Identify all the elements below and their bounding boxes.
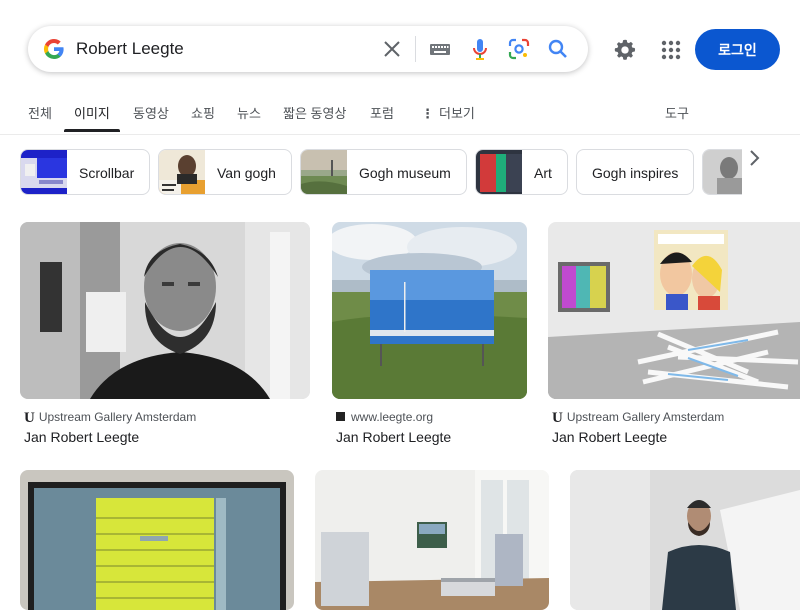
result-source-label: Upstream Gallery Amsterdam — [38, 410, 197, 424]
chevron-right-icon[interactable] — [744, 148, 766, 168]
result-source[interactable]: U Upstream Gallery Amsterdam — [24, 410, 196, 427]
result-image-artist[interactable] — [570, 470, 800, 610]
result-image-painting[interactable] — [20, 470, 294, 610]
chip-label: Scrollbar — [79, 165, 135, 181]
upstream-logo-icon: U — [24, 410, 35, 426]
result-source-label: www.leegte.org — [351, 410, 434, 424]
google-lens-icon[interactable] — [507, 37, 531, 61]
result-title[interactable]: Jan Robert Leegte — [24, 429, 139, 445]
result-image-interior[interactable] — [315, 470, 549, 610]
result-image — [315, 470, 549, 610]
tab-short-videos[interactable]: 짧은 동영상 — [283, 103, 346, 122]
keyboard-icon[interactable] — [428, 38, 452, 60]
result-image-portrait[interactable] — [20, 222, 310, 399]
tab-videos[interactable]: 동영상 — [133, 103, 169, 122]
result-image — [20, 222, 310, 399]
chip-label: Gogh inspires — [592, 165, 679, 181]
chip-thumbnail — [159, 150, 205, 194]
chip-label: Art — [534, 165, 552, 181]
chip-label: Van gogh — [217, 165, 276, 181]
microphone-icon[interactable] — [468, 36, 492, 62]
search-input[interactable]: Robert Leegte — [76, 39, 184, 59]
tab-all[interactable]: 전체 — [28, 103, 52, 122]
result-title[interactable]: Jan Robert Leegte — [552, 429, 667, 445]
result-image-landscape[interactable] — [332, 222, 527, 399]
tab-more[interactable]: ⋮ 더보기 — [421, 103, 475, 122]
result-image — [548, 222, 800, 399]
chip-art[interactable]: Art — [475, 149, 568, 195]
result-source-label: Upstream Gallery Amsterdam — [566, 410, 725, 424]
tools-button[interactable]: 도구 — [665, 103, 689, 122]
result-source[interactable]: www.leegte.org — [336, 410, 433, 424]
result-image — [20, 470, 294, 610]
result-image-gallery[interactable] — [548, 222, 800, 399]
chip-scrollbar[interactable]: Scrollbar — [20, 149, 150, 195]
chip-thumbnail — [703, 150, 742, 194]
chip-thumbnail — [476, 150, 522, 194]
chip-van-gogh[interactable]: Van gogh — [158, 149, 292, 195]
apps-grid-icon[interactable] — [660, 39, 682, 61]
login-button[interactable]: 로그인 — [695, 29, 780, 70]
result-title[interactable]: Jan Robert Leegte — [336, 429, 451, 445]
search-tabs: 전체 이미지 동영상 쇼핑 뉴스 짧은 동영상 포럼 ⋮ 더보기 도구 — [0, 92, 800, 135]
upstream-logo-icon: U — [552, 410, 563, 426]
chip-label: Gogh museum — [359, 165, 451, 181]
chip-gogh-museum[interactable]: Gogh museum — [300, 149, 467, 195]
result-source[interactable]: U Upstream Gallery Amsterdam — [552, 410, 724, 427]
result-image — [332, 222, 527, 399]
tab-news[interactable]: 뉴스 — [237, 103, 261, 122]
tab-images[interactable]: 이미지 — [74, 103, 110, 122]
search-icon[interactable] — [546, 37, 570, 61]
chip-thumbnail — [21, 150, 67, 194]
chip-thumbnail — [301, 150, 347, 194]
search-box[interactable]: Robert Leegte — [28, 26, 588, 72]
google-logo-icon — [43, 39, 64, 60]
tab-forums[interactable]: 포럼 — [370, 103, 394, 122]
gear-icon[interactable] — [612, 37, 638, 63]
chip-partial[interactable] — [702, 149, 742, 195]
active-tab-indicator — [64, 129, 120, 132]
search-divider — [415, 36, 416, 62]
result-image — [570, 470, 800, 610]
tab-more-label: 더보기 — [439, 106, 475, 121]
more-vert-icon: ⋮ — [421, 106, 434, 121]
tab-shopping[interactable]: 쇼핑 — [191, 103, 215, 122]
chip-gogh-inspires[interactable]: Gogh inspires — [576, 149, 694, 195]
clear-icon[interactable] — [380, 37, 404, 61]
site-favicon-icon — [336, 412, 345, 421]
